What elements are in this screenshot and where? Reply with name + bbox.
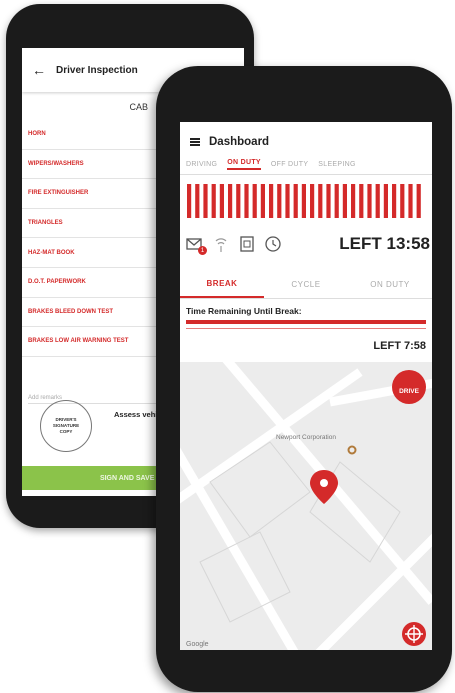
google-logo: Google <box>186 641 209 648</box>
hours-bar-segment <box>187 184 192 218</box>
locate-button[interactable] <box>402 622 426 646</box>
inspection-title: Driver Inspection <box>56 64 138 76</box>
hours-bar-segment <box>269 184 274 218</box>
hours-bar-segment <box>195 184 200 218</box>
hours-bar-segment <box>285 184 290 218</box>
tab-break[interactable]: BREAK <box>180 270 264 298</box>
break-progress-bar <box>186 320 426 324</box>
hours-bar-segment <box>334 184 339 218</box>
hours-bar-segment <box>416 184 421 218</box>
message-badge: 1 <box>198 246 207 255</box>
tab-sleeping[interactable]: SLEEPING <box>318 161 355 168</box>
map-view[interactable]: Newport Corporation DRIVE Google <box>180 362 432 650</box>
map-streets <box>180 362 432 650</box>
hours-bar-segment <box>326 184 331 218</box>
signal-icon[interactable] <box>212 235 230 253</box>
hours-bar-segment <box>260 184 265 218</box>
stamp-text: COPY <box>59 429 73 434</box>
hours-progress-bar <box>186 184 426 218</box>
tab-on-duty-timer[interactable]: ON DUTY <box>348 270 432 298</box>
hours-bar-segment <box>277 184 282 218</box>
clock-icon[interactable] <box>264 235 282 253</box>
hours-bar-segment <box>392 184 397 218</box>
hours-bar-segment <box>293 184 298 218</box>
hours-bar-segment <box>383 184 388 218</box>
hamburger-menu-icon[interactable] <box>190 138 200 146</box>
crosshair-icon <box>405 625 423 643</box>
signature-stamp[interactable]: DRIVER'S SIGNATURE COPY <box>40 400 92 452</box>
front-phone: Dashboard DRIVING ON DUTY OFF DUTY SLEEP… <box>156 66 452 692</box>
hours-bar-segment <box>244 184 249 218</box>
hours-bar-segment <box>351 184 356 218</box>
map-place-label: Newport Corporation <box>276 434 336 441</box>
tab-driving[interactable]: DRIVING <box>186 161 217 168</box>
hours-bar-segment <box>219 184 224 218</box>
dashboard-header: Dashboard <box>180 122 432 154</box>
hours-bar-segment <box>236 184 241 218</box>
hours-bar-segment <box>203 184 208 218</box>
tab-on-duty[interactable]: ON DUTY <box>227 159 261 170</box>
hours-bar-graphic <box>187 184 421 218</box>
hours-bar-segment <box>342 184 347 218</box>
hours-bar-segment <box>400 184 405 218</box>
hours-bar-segment <box>310 184 315 218</box>
hours-bar-segment <box>211 184 216 218</box>
hours-bar-segment <box>252 184 257 218</box>
message-icon[interactable]: 1 <box>186 235 207 255</box>
time-left-main: LEFT 13:58 <box>339 234 430 253</box>
hours-bar-segment <box>408 184 413 218</box>
hours-bar-segment <box>228 184 233 218</box>
hours-bar-segment <box>375 184 380 218</box>
timer-tabs: BREAK CYCLE ON DUTY <box>180 270 432 299</box>
hours-bar-segment <box>367 184 372 218</box>
hours-bar-segment <box>318 184 323 218</box>
tab-off-duty[interactable]: OFF DUTY <box>271 161 308 168</box>
document-icon[interactable] <box>238 235 256 253</box>
break-progress-track <box>186 328 426 329</box>
back-arrow-icon[interactable]: ← <box>32 62 46 78</box>
duty-status-tabs: DRIVING ON DUTY OFF DUTY SLEEPING <box>180 154 432 175</box>
dashboard-title: Dashboard <box>209 136 270 148</box>
drive-button[interactable]: DRIVE <box>392 370 426 404</box>
status-icon-row: 1 LEFT 13:58 <box>186 230 430 258</box>
tab-cycle[interactable]: CYCLE <box>264 270 348 298</box>
dashboard-screen: Dashboard DRIVING ON DUTY OFF DUTY SLEEP… <box>180 122 432 650</box>
time-left-break: LEFT 7:58 <box>373 340 426 352</box>
hours-bar-segment <box>301 184 306 218</box>
break-label: Time Remaining Until Break: <box>186 306 302 316</box>
hours-bar-segment <box>359 184 364 218</box>
